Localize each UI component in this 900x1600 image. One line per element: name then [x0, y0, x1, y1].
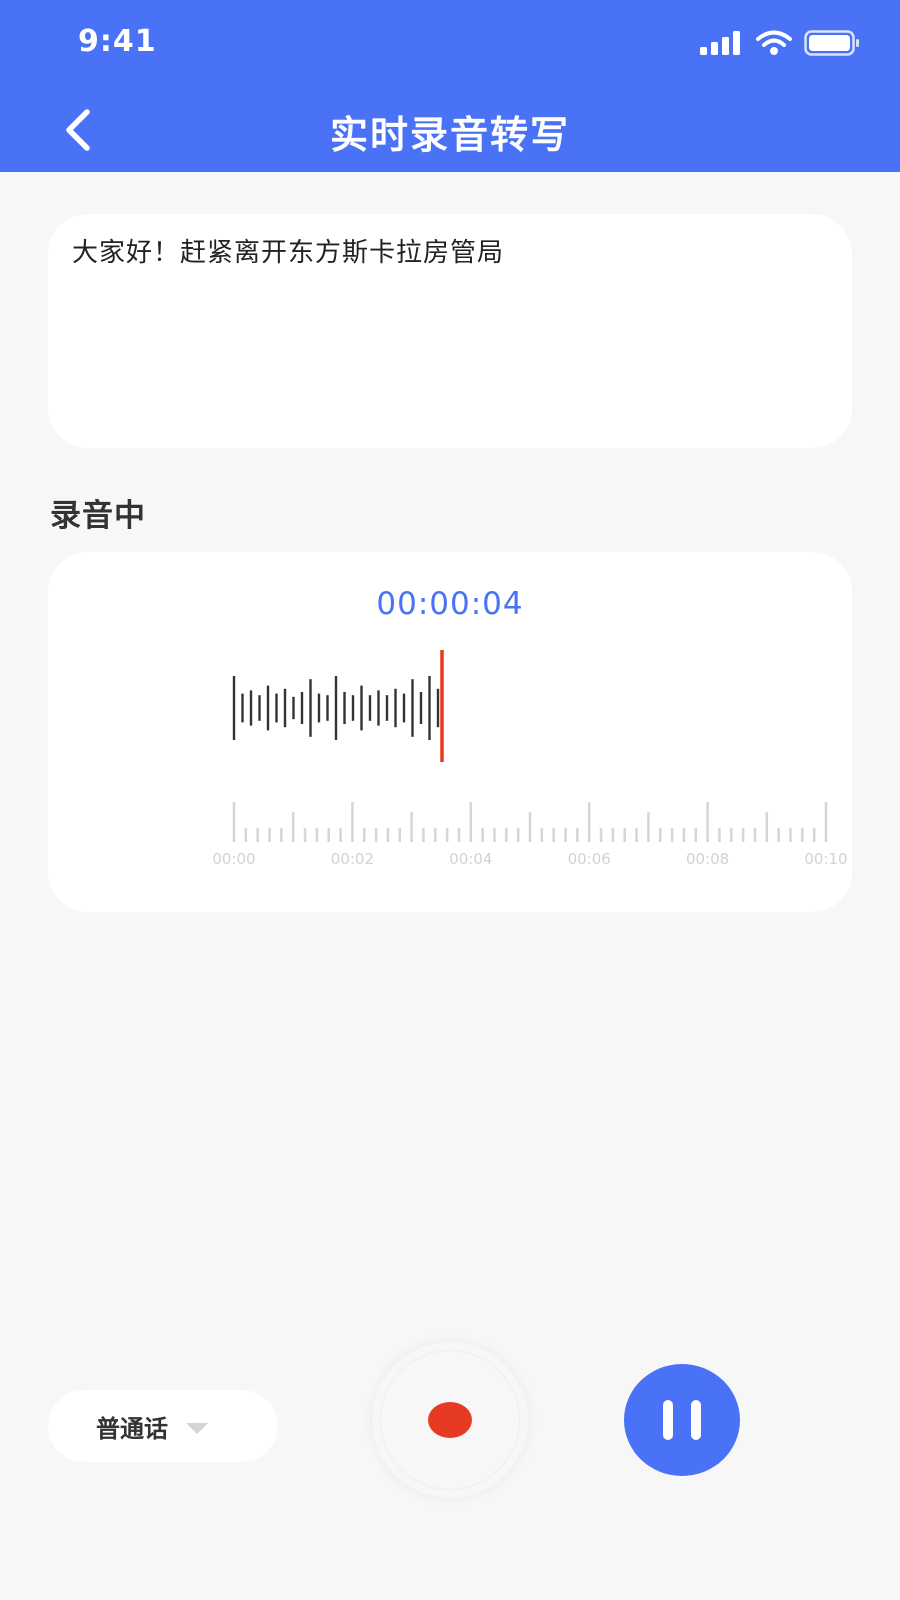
transcript-card: 大家好！赶紧离开东方斯卡拉房管局	[48, 214, 852, 448]
dialect-label: 普通话	[96, 1414, 168, 1443]
timeline-label: 00:08	[686, 850, 729, 868]
timeline-label: 00:02	[331, 850, 374, 868]
timeline-label: 00:00	[212, 850, 255, 868]
wifi-icon	[756, 30, 792, 55]
waveform-timeline: 00:00 00:02 00:04 00:06 00:08 00:10	[212, 650, 848, 868]
recording-status-label: 录音中	[50, 498, 146, 534]
timeline-label: 00:10	[804, 850, 847, 868]
record-button-ring	[380, 1350, 520, 1490]
app-header: 9:41 实时录音转写	[0, 0, 900, 172]
pause-icon-bar	[691, 1400, 701, 1440]
transcript-text: 大家好！赶紧离开东方斯卡拉房管局	[72, 238, 505, 268]
timeline-label: 00:04	[449, 850, 492, 868]
recorder-card: 00:00:04 00:00 00:02 00:04 00:06 00:08 00:10	[48, 552, 852, 912]
pause-button[interactable]	[624, 1364, 740, 1476]
status-icons	[700, 30, 860, 56]
page-title: 实时录音转写	[329, 113, 570, 157]
record-dot-icon	[428, 1402, 472, 1438]
record-button[interactable]	[372, 1342, 528, 1498]
pause-icon	[663, 1400, 673, 1440]
timeline-label: 00:06	[568, 850, 611, 868]
dialect-select[interactable]: 普通话	[48, 1390, 278, 1462]
signal-icon	[700, 31, 740, 55]
battery-icon	[804, 30, 859, 56]
control-bar: 普通话	[0, 1340, 900, 1500]
status-time: 9:41	[78, 24, 157, 59]
caret-down-icon	[186, 1422, 208, 1434]
